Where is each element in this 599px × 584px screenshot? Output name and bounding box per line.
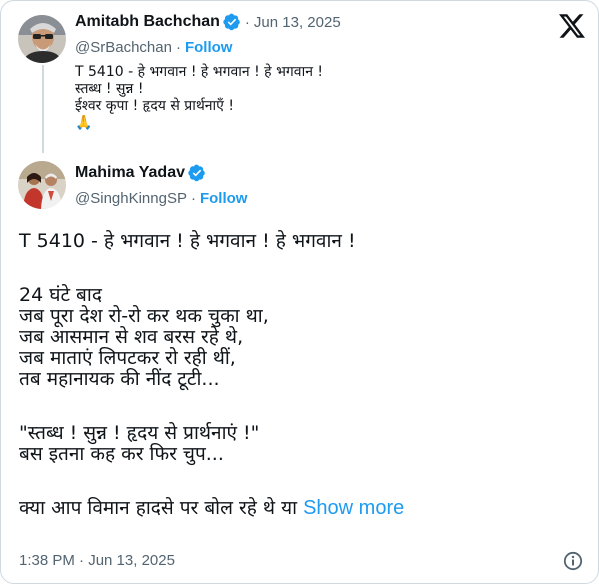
info-icon[interactable] xyxy=(563,551,583,571)
verified-badge-icon xyxy=(188,164,206,182)
verified-badge-icon xyxy=(223,13,241,31)
show-more-link[interactable]: Show more xyxy=(303,497,404,519)
post-line: तब महानायक की नींद टूटी... xyxy=(19,368,220,390)
x-logo-icon[interactable] xyxy=(559,13,585,39)
quoted-line: स्तब्ध ! सुन्न ! xyxy=(75,81,144,97)
post-line: जब माताएं लिपटकर रो रही थीं, xyxy=(19,347,236,369)
quoted-line: ईश्वर कृपा ! हृदय से प्रार्थनाएँ ! xyxy=(75,98,234,114)
author-row: Mahima Yadav xyxy=(75,164,206,182)
separator-dot: · xyxy=(175,39,181,56)
folded-hands-emoji: 🙏 xyxy=(75,115,93,131)
follow-button[interactable]: Follow xyxy=(200,190,248,207)
handle-row: @SinghKinngSP · Follow xyxy=(75,190,247,207)
display-name[interactable]: Mahima Yadav xyxy=(75,164,185,182)
post-last-line: क्या आप विमान हादसे पर बोल रहे थे या Sho… xyxy=(19,498,579,519)
quoted-display-name[interactable]: Amitabh Bachchan xyxy=(75,13,220,31)
post-truncated-text: क्या आप विमान हादसे पर बोल रहे थे या xyxy=(19,497,298,519)
post-line: जब पूरा देश रो-रो कर थक चुका था, xyxy=(19,305,269,327)
separator-dot: · xyxy=(244,13,250,31)
post-line: जब आसमान से शव बरस रहे थे, xyxy=(19,326,244,348)
quoted-handle[interactable]: @SrBachchan xyxy=(75,39,172,56)
quoted-author-row: Amitabh Bachchan · Jun 13, 2025 xyxy=(75,13,341,31)
post-line: बस इतना कह कर फिर चुप... xyxy=(19,443,224,465)
quoted-handle-row: @SrBachchan · Follow xyxy=(75,39,232,56)
post-line: "स्तब्ध ! सुन्न ! हृदय से प्रार्थनाएं !" xyxy=(19,422,260,444)
thread-connector-line xyxy=(42,65,44,153)
follow-button-quoted[interactable]: Follow xyxy=(185,39,233,56)
avatar-mahima[interactable] xyxy=(18,161,66,209)
separator-dot: · xyxy=(190,190,196,207)
post-text: T 5410 - हे भगवान ! हे भगवान ! हे भगवान … xyxy=(19,231,579,519)
embedded-post-card: Amitabh Bachchan · Jun 13, 2025 @SrBachc… xyxy=(0,0,599,584)
quoted-date[interactable]: Jun 13, 2025 xyxy=(254,14,341,31)
quoted-post-text: T 5410 - हे भगवान ! हे भगवान ! हे भगवान … xyxy=(75,64,323,132)
post-line: 24 घंटे बाद xyxy=(19,284,102,306)
post-line: T 5410 - हे भगवान ! हे भगवान ! हे भगवान … xyxy=(19,230,356,252)
post-timestamp[interactable]: 1:38 PM · Jun 13, 2025 xyxy=(19,552,175,569)
handle[interactable]: @SinghKinngSP xyxy=(75,190,187,207)
avatar-amitabh[interactable] xyxy=(18,15,66,63)
quoted-line: T 5410 - हे भगवान ! हे भगवान ! हे भगवान … xyxy=(75,64,324,80)
